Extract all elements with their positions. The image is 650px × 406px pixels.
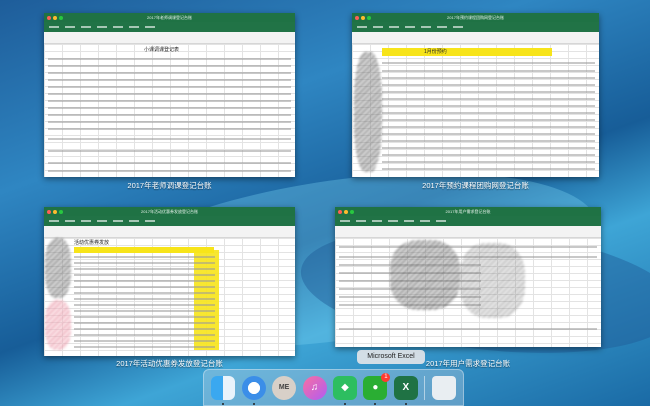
window-caption: 2017年预约课程团购网登记台账 [422, 181, 529, 190]
window-titlebar[interactable]: 2017年用户需求登记台账 [335, 207, 601, 216]
dock-tooltip: Microsoft Excel [357, 350, 425, 364]
worksheet-grid[interactable]: 1月份预约 [352, 44, 599, 177]
redacted-area [390, 240, 460, 310]
window-titlebar[interactable]: 2017年预约课程团购网登记台账 [352, 13, 599, 22]
trash-icon[interactable] [431, 375, 456, 400]
highlight-header [74, 247, 214, 253]
itunes-icon[interactable]: ♫ [302, 375, 327, 400]
redacted-area [460, 243, 525, 318]
ribbon-toolbar[interactable] [44, 226, 295, 238]
excel-window-user-demand[interactable]: 2017年用户需求登记台账 [335, 207, 601, 347]
worksheet-grid[interactable]: 活动优惠券发放 [44, 238, 295, 356]
finder-icon[interactable] [211, 375, 236, 405]
ribbon-tabs[interactable] [352, 22, 599, 32]
excel-window-teacher-schedule[interactable]: 2017年老师调课登记台账 小课调课登记表 [44, 13, 295, 177]
excel-icon[interactable]: X [393, 375, 418, 405]
me-icon-label: ME [278, 384, 290, 391]
notification-badge: 1 [381, 372, 391, 382]
worksheet-grid[interactable]: 小课调课登记表 [44, 44, 295, 177]
excel-icon-label: X [402, 382, 410, 393]
window-title: 2017年老师调课登记台账 [147, 15, 192, 20]
ribbon-tabs[interactable] [44, 22, 295, 32]
window-title: 2017年预约课程团购网登记台账 [447, 15, 504, 20]
sheet-heading: 活动优惠券发放 [74, 240, 110, 246]
ribbon-toolbar[interactable] [335, 226, 601, 238]
safari-icon[interactable] [241, 375, 266, 405]
window-caption: 2017年活动优惠券发放登记台账 [116, 359, 223, 368]
dock-divider [424, 375, 426, 400]
ribbon-toolbar[interactable] [352, 32, 599, 44]
window-title: 2017年活动优惠券发放登记台账 [141, 209, 198, 214]
ribbon-tabs[interactable] [335, 216, 601, 226]
excel-window-course-booking[interactable]: 2017年预约课程团购网登记台账 1月份预约 [352, 13, 599, 177]
window-titlebar[interactable]: 2017年活动优惠券发放登记台账 [44, 207, 295, 216]
wechat-icon[interactable]: ● 1 [363, 372, 391, 405]
sheet-heading: 小课调课登记表 [144, 47, 180, 53]
window-caption: 2017年老师调课登记台账 [127, 181, 212, 190]
redacted-area [45, 300, 71, 350]
redacted-area [354, 52, 382, 172]
window-title: 2017年用户需求登记台账 [445, 209, 491, 214]
redacted-area [45, 238, 71, 298]
worksheet-grid[interactable] [335, 238, 601, 347]
excel-window-coupon-issue[interactable]: 2017年活动优惠券发放登记台账 活动优惠券发放 [44, 207, 295, 356]
ribbon-toolbar[interactable] [44, 32, 295, 44]
dock: ME ♫ ◆ ● 1 X [203, 369, 464, 406]
me-icon[interactable]: ME [272, 375, 297, 400]
ribbon-tabs[interactable] [44, 216, 295, 226]
evernote-icon[interactable]: ◆ [332, 375, 357, 405]
window-titlebar[interactable]: 2017年老师调课登记台账 [44, 13, 295, 22]
highlight-header [382, 48, 552, 56]
sheet-heading: 1月份预约 [424, 49, 447, 55]
